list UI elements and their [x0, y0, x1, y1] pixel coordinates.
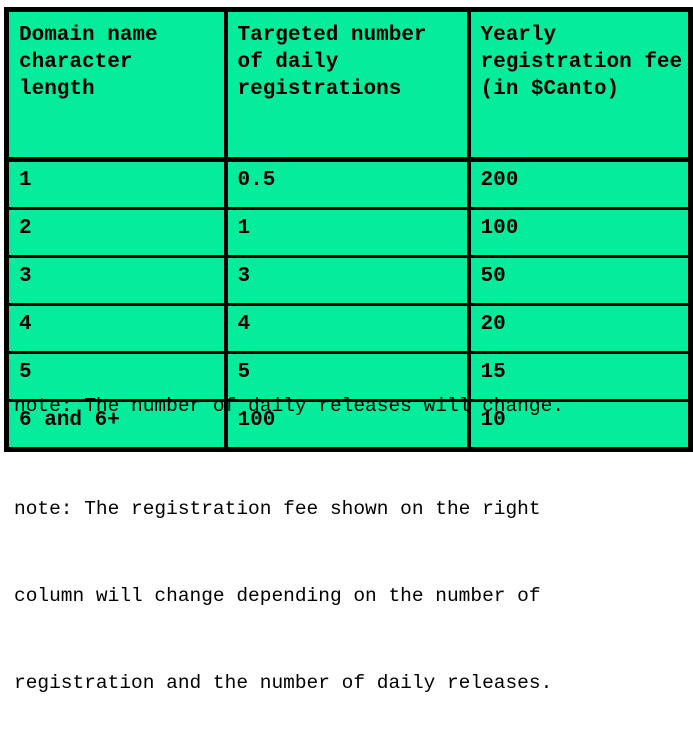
cell-daily-registrations: 3	[225, 256, 471, 306]
notes-section: note: The number of daily releases will …	[14, 392, 684, 756]
page-root: Domain name character length Targeted nu…	[0, 0, 693, 694]
table-row: 2 1 100	[6, 208, 691, 258]
domain-fee-table: Domain name character length Targeted nu…	[4, 7, 693, 452]
cell-domain-length: 3	[6, 256, 228, 306]
table-header-row: Domain name character length Targeted nu…	[6, 9, 691, 162]
column-header-domain-length: Domain name character length	[6, 9, 228, 162]
column-header-daily-registrations-label: Targeted number of daily registrations	[237, 24, 427, 101]
note-registration-fee-line-3: registration and the number of daily rel…	[14, 672, 553, 694]
table-header: Domain name character length Targeted nu…	[6, 9, 691, 162]
note-registration-fee: note: The registration fee shown on the …	[14, 437, 684, 756]
cell-domain-length: 1	[6, 159, 228, 210]
column-header-domain-length-label: Domain name character length	[19, 24, 158, 101]
note-registration-fee-line-2: column will change depending on the numb…	[14, 585, 541, 607]
cell-domain-length: 4	[6, 304, 228, 354]
cell-daily-registrations: 4	[225, 304, 471, 354]
column-header-yearly-fee: Yearly registration fee (in $Canto)	[468, 9, 691, 162]
cell-yearly-fee: 200	[468, 159, 691, 210]
note-daily-releases: note: The number of daily releases will …	[14, 395, 564, 417]
table-row: 4 4 20	[6, 304, 691, 354]
column-header-daily-registrations: Targeted number of daily registrations	[225, 9, 471, 162]
cell-yearly-fee: 100	[468, 208, 691, 258]
cell-yearly-fee: 50	[468, 256, 691, 306]
cell-daily-registrations: 0.5	[225, 159, 471, 210]
cell-yearly-fee: 20	[468, 304, 691, 354]
column-header-yearly-fee-label: Yearly registration fee (in $Canto)	[480, 24, 683, 101]
table-row: 3 3 50	[6, 256, 691, 306]
cell-domain-length: 2	[6, 208, 228, 258]
table-row: 1 0.5 200	[6, 159, 691, 210]
cell-daily-registrations: 1	[225, 208, 471, 258]
